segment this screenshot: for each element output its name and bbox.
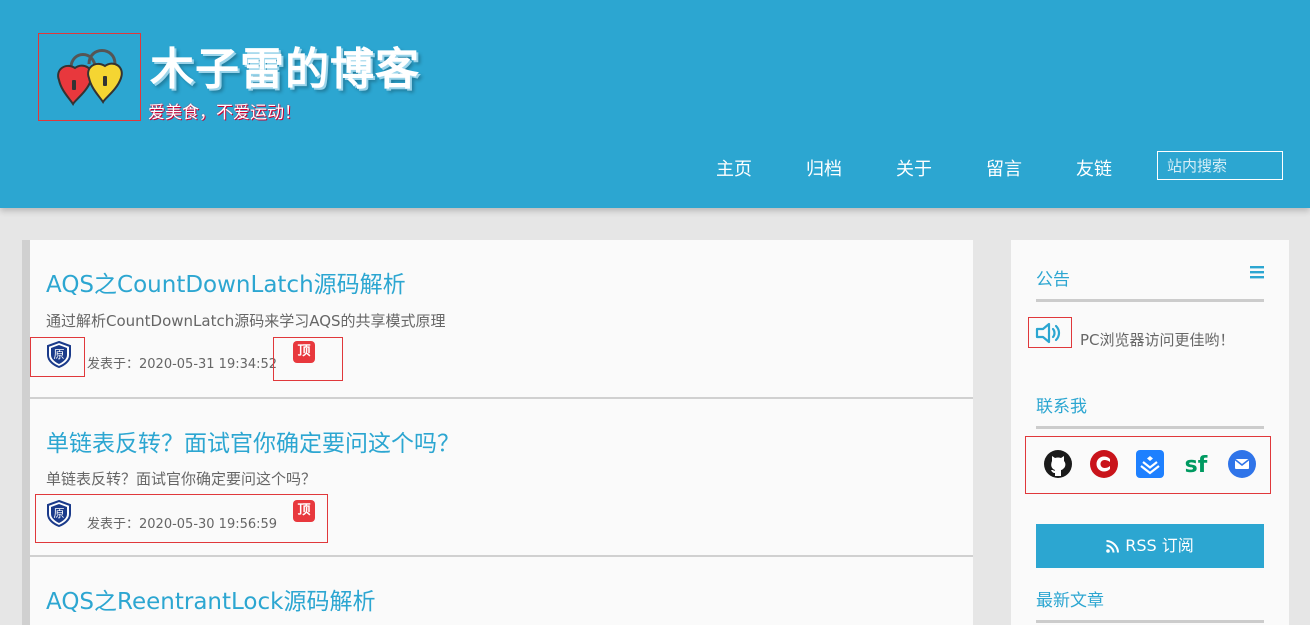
- notice-title: 公告: [1036, 270, 1070, 290]
- post-summary: 单链表反转？面试官你确定要问这个吗？: [46, 470, 317, 488]
- notice-heading: 公告: [1036, 265, 1264, 302]
- nav-home[interactable]: 主页: [716, 155, 752, 181]
- search-input[interactable]: [1157, 151, 1283, 180]
- contact-heading: 联系我: [1036, 392, 1264, 429]
- rss-subscribe-button[interactable]: RSS 订阅: [1036, 524, 1264, 568]
- latest-title: 最新文章: [1036, 591, 1104, 611]
- sidebar: 公告 PC浏览器访问更佳哟！ 联系我 sf RSS 订阅 最新文章: [1011, 240, 1289, 625]
- original-badge-text: 原: [54, 348, 65, 361]
- site-title[interactable]: 木子雷的博客: [150, 33, 420, 97]
- nav-archive[interactable]: 归档: [806, 155, 842, 181]
- contact-title: 联系我: [1036, 397, 1087, 417]
- segmentfault-icon[interactable]: sf: [1181, 449, 1211, 479]
- post-card: AQS之CountDownLatch源码解析 通过解析CountDownLatc…: [30, 240, 973, 397]
- post-card: AQS之ReentrantLock源码解析: [30, 557, 973, 625]
- nav-friend-links[interactable]: 友链: [1076, 155, 1112, 181]
- contact-links: sf: [1025, 436, 1271, 494]
- original-badge-icon: 原: [47, 341, 71, 368]
- latest-heading: 最新文章: [1036, 586, 1264, 623]
- notice-text: PC浏览器访问更佳哟！: [1080, 331, 1235, 349]
- main-nav: 主页 归档 关于 留言 友链: [0, 155, 1310, 181]
- email-icon[interactable]: [1227, 449, 1257, 479]
- post-date: 发表于：2020-05-31 19:34:52: [87, 357, 278, 372]
- post-date: 发表于：2020-05-30 19:56:59: [87, 517, 278, 532]
- site-header: 木子雷的博客 爱美食，不爱运动！ 主页 归档 关于 留言 友链: [0, 0, 1310, 208]
- logo-link[interactable]: [38, 33, 141, 121]
- csdn-icon[interactable]: [1089, 449, 1119, 479]
- pinned-badge: 顶: [293, 500, 315, 522]
- original-badge-icon: 原: [47, 500, 71, 527]
- nav-guestbook[interactable]: 留言: [986, 155, 1022, 181]
- heart-locks-logo-icon: [57, 49, 123, 106]
- post-title[interactable]: AQS之CountDownLatch源码解析: [46, 265, 406, 299]
- post-card: 单链表反转？面试官你确定要问这个吗？ 单链表反转？面试官你确定要问这个吗？ 原 …: [30, 399, 973, 555]
- post-title[interactable]: AQS之ReentrantLock源码解析: [46, 582, 375, 616]
- rss-label: RSS 订阅: [1125, 536, 1194, 555]
- post-title[interactable]: 单链表反转？面试官你确定要问这个吗？: [46, 424, 460, 458]
- juejin-icon[interactable]: [1135, 449, 1165, 479]
- post-list: AQS之CountDownLatch源码解析 通过解析CountDownLatc…: [22, 240, 973, 625]
- site-subtitle: 爱美食，不爱运动！: [148, 103, 301, 123]
- github-icon[interactable]: [1043, 449, 1073, 479]
- pinned-badge: 顶: [293, 341, 315, 363]
- original-badge-text: 原: [54, 507, 65, 520]
- menu-icon[interactable]: [1250, 265, 1264, 279]
- post-summary: 通过解析CountDownLatch源码来学习AQS的共享模式原理: [46, 312, 446, 330]
- svg-text:sf: sf: [1185, 453, 1208, 478]
- speaker-icon-annotation: [1028, 317, 1072, 348]
- rss-icon: [1106, 540, 1120, 553]
- speaker-icon: [1035, 322, 1061, 344]
- nav-about[interactable]: 关于: [896, 155, 932, 181]
